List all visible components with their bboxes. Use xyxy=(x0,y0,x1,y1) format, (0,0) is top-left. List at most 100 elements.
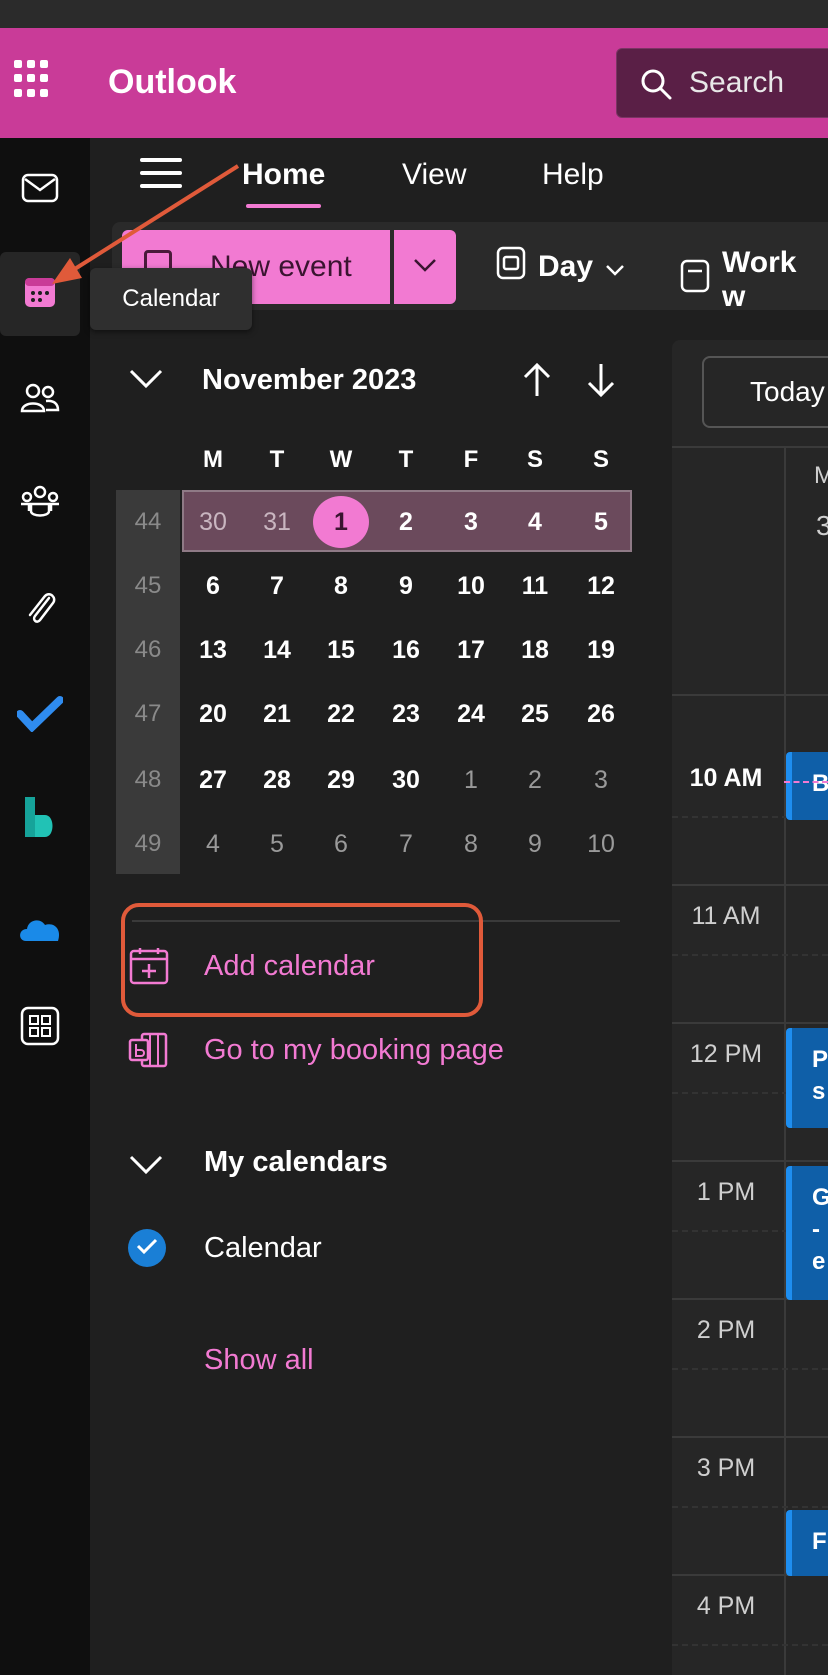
today-button[interactable]: Today xyxy=(702,356,828,428)
hamburger-menu-icon[interactable] xyxy=(140,158,182,190)
app-launcher-icon[interactable] xyxy=(14,60,52,98)
calendar-day[interactable]: 26 xyxy=(569,700,633,729)
calendar-day[interactable]: 7 xyxy=(245,572,309,601)
calendar-day[interactable]: 11 xyxy=(503,572,567,601)
work-week-button[interactable]: Work w xyxy=(680,246,828,314)
event-title-fragment: F xyxy=(812,1528,827,1555)
rail-people[interactable] xyxy=(0,358,80,442)
calendar-day[interactable]: 4 xyxy=(181,830,245,859)
rail-bookings[interactable] xyxy=(0,778,80,862)
event-title-fragment: G xyxy=(812,1184,828,1211)
calendar-day[interactable]: 15 xyxy=(309,636,373,665)
calendar-day[interactable]: 22 xyxy=(309,700,373,729)
calendar-day[interactable]: 5 xyxy=(569,508,633,537)
calendar-day[interactable]: 8 xyxy=(439,830,503,859)
calendar-day[interactable]: 9 xyxy=(374,572,438,601)
paperclip-icon xyxy=(23,588,57,633)
calendar-day[interactable]: 6 xyxy=(309,830,373,859)
calendar-day[interactable]: 3 xyxy=(439,508,503,537)
calendar-day[interactable]: 30 xyxy=(374,766,438,795)
day-view-label: Day xyxy=(538,250,594,283)
rail-calendar[interactable] xyxy=(0,252,80,336)
calendar-day[interactable]: 20 xyxy=(181,700,245,729)
show-all-link[interactable]: Show all xyxy=(204,1344,314,1377)
calendar-day[interactable]: 17 xyxy=(439,636,503,665)
mini-calendar-month: November 2023 xyxy=(202,364,417,396)
calendar-day[interactable]: 29 xyxy=(309,766,373,795)
calendar-day[interactable]: 23 xyxy=(374,700,438,729)
next-month-button[interactable] xyxy=(586,362,616,403)
calendar-icon xyxy=(23,275,57,314)
rail-files[interactable] xyxy=(0,568,80,652)
bookings-icon xyxy=(23,795,57,846)
calendar-day[interactable]: 6 xyxy=(181,572,245,601)
booking-page-link[interactable]: Go to my booking page xyxy=(204,1034,504,1067)
hour-label: 11 AM xyxy=(691,902,761,930)
week-number: 45 xyxy=(134,572,162,599)
window-top-strip xyxy=(0,0,828,28)
tab-view[interactable]: View xyxy=(402,158,466,192)
chevron-down-icon xyxy=(413,258,437,277)
calendar-tooltip: Calendar xyxy=(90,268,252,330)
calendar-day[interactable]: 18 xyxy=(503,636,567,665)
hour-label: 10 AM xyxy=(689,764,763,792)
tab-help[interactable]: Help xyxy=(542,158,604,192)
work-week-label: Work w xyxy=(722,246,797,313)
calendar-day[interactable]: 14 xyxy=(245,636,309,665)
chevron-down-icon xyxy=(128,1155,164,1180)
previous-month-button[interactable] xyxy=(522,362,552,403)
rail-onedrive[interactable] xyxy=(0,888,80,972)
calendar-day[interactable]: 31 xyxy=(245,508,309,537)
weekday-header: M xyxy=(203,446,223,473)
chevron-down-icon xyxy=(128,369,164,394)
new-event-dropdown[interactable] xyxy=(394,230,456,304)
calendar-event[interactable]: Ps xyxy=(786,1028,828,1128)
calendar-day[interactable]: 4 xyxy=(503,508,567,537)
chevron-down-icon xyxy=(605,250,625,284)
event-title-fragment: B xyxy=(812,770,828,797)
todo-check-icon xyxy=(16,695,64,737)
my-calendars-collapse[interactable] xyxy=(128,1154,164,1181)
calendar-day[interactable]: 12 xyxy=(569,572,633,601)
half-hour-line xyxy=(672,954,828,956)
calendar-day[interactable]: 24 xyxy=(439,700,503,729)
tab-home[interactable]: Home xyxy=(242,158,325,208)
rail-todo[interactable] xyxy=(0,674,80,758)
calendar-day[interactable]: 21 xyxy=(245,700,309,729)
week-number: 48 xyxy=(134,766,162,793)
calendar-day[interactable]: 10 xyxy=(439,572,503,601)
calendar-day[interactable]: 13 xyxy=(181,636,245,665)
mini-calendar-collapse[interactable] xyxy=(128,368,164,395)
calendar-day[interactable]: 27 xyxy=(181,766,245,795)
calendar-day[interactable]: 30 xyxy=(181,508,245,537)
week-number: 46 xyxy=(134,636,162,663)
day-view-button[interactable]: Day xyxy=(496,246,625,288)
calendar-day[interactable]: 19 xyxy=(569,636,633,665)
calendar-day[interactable]: 25 xyxy=(503,700,567,729)
day-header-letter: M xyxy=(814,462,828,489)
annotation-highlight-box xyxy=(121,903,483,1017)
calendar-day[interactable]: 3 xyxy=(569,766,633,795)
calendar-event[interactable]: B xyxy=(786,752,828,820)
calendar-day[interactable]: 2 xyxy=(503,766,567,795)
calendar-day[interactable]: 7 xyxy=(374,830,438,859)
calendar-day[interactable]: 1 xyxy=(439,766,503,795)
calendar-event[interactable]: F xyxy=(786,1510,828,1576)
calendar-day[interactable]: 2 xyxy=(374,508,438,537)
rail-groups[interactable] xyxy=(0,462,80,546)
calendar-checkbox[interactable] xyxy=(128,1229,166,1267)
calendar-day[interactable]: 9 xyxy=(503,830,567,859)
calendar-day[interactable]: 16 xyxy=(374,636,438,665)
calendar-day[interactable]: 8 xyxy=(309,572,373,601)
calendar-day[interactable]: 10 xyxy=(569,830,633,859)
search-icon xyxy=(639,67,673,106)
search-box[interactable]: Search xyxy=(616,48,828,118)
calendar-day[interactable]: 28 xyxy=(245,766,309,795)
calendar-day[interactable]: 5 xyxy=(245,830,309,859)
calendar-event[interactable]: G - e xyxy=(786,1166,828,1300)
calendar-list-item[interactable]: Calendar xyxy=(204,1232,322,1265)
rail-more-apps[interactable] xyxy=(0,986,80,1070)
calendar-day[interactable]: 1 xyxy=(309,508,373,537)
rail-mail[interactable] xyxy=(0,148,80,232)
hour-label: 3 PM xyxy=(696,1454,756,1482)
